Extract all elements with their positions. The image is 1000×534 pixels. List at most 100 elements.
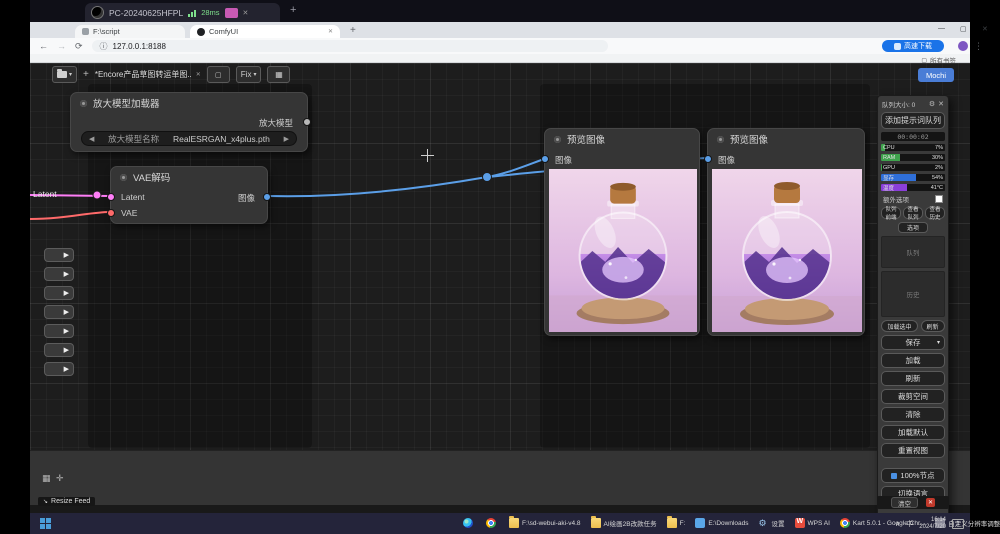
- image-input-dot[interactable]: [704, 155, 712, 163]
- refresh-button[interactable]: 刷新: [881, 371, 945, 386]
- chrome-icon: [840, 518, 850, 528]
- browser-new-tab-button[interactable]: [350, 25, 356, 36]
- load-selected-button[interactable]: 加载选中: [881, 320, 917, 332]
- collapsed-node[interactable]: [44, 305, 74, 319]
- window-maximize-button[interactable]: [960, 25, 967, 33]
- window-close-button[interactable]: [982, 25, 988, 33]
- workflow-folder-button[interactable]: [52, 66, 77, 83]
- history-panel-label: 历史: [907, 289, 920, 299]
- reset-view-button[interactable]: 重置视图: [881, 443, 945, 458]
- upscale-model-name-widget[interactable]: 放大模型名称 RealESRGAN_x4plus.pth: [81, 131, 297, 146]
- taskbar-item-folder[interactable]: F:: [662, 513, 691, 534]
- tab-close-icon[interactable]: [328, 28, 333, 35]
- node-collapse-icon[interactable]: [717, 136, 724, 143]
- tray-expand-icon[interactable]: [895, 520, 900, 528]
- settings-gear-icon[interactable]: [929, 100, 935, 108]
- image-output-dot[interactable]: [263, 193, 271, 201]
- remote-session-tab[interactable]: PC-20240625HFPL 28ms: [85, 3, 280, 22]
- reload-button[interactable]: [75, 41, 83, 52]
- node-collapse-icon[interactable]: [120, 174, 127, 181]
- refresh-list-button[interactable]: 刷新: [921, 320, 945, 332]
- output-slot-label: 图像: [238, 192, 255, 204]
- queue-panel-label: 队列: [907, 247, 920, 257]
- ime-indicator[interactable]: 中: [906, 519, 913, 529]
- hd-badge-icon[interactable]: [225, 8, 238, 18]
- taskbar-item-downloads[interactable]: E:\Downloads: [690, 513, 753, 534]
- export-icon[interactable]: [207, 66, 230, 83]
- back-button[interactable]: [39, 41, 48, 51]
- node-vae-decode[interactable]: VAE解码 Latent VAE 图像: [110, 166, 268, 224]
- collapsed-node[interactable]: [44, 324, 74, 338]
- node-collapse-icon[interactable]: [80, 100, 87, 107]
- notification-icon[interactable]: 1: [952, 519, 964, 529]
- load-default-button[interactable]: 加载默认: [881, 425, 945, 440]
- clipspace-button[interactable]: 裁剪空间: [881, 389, 945, 404]
- load-button[interactable]: 加载: [881, 353, 945, 368]
- collapsed-node[interactable]: [44, 362, 74, 376]
- new-session-button[interactable]: [290, 4, 296, 16]
- download-extension-button[interactable]: 高速下载: [882, 40, 944, 52]
- feed-grid-icon[interactable]: [42, 473, 51, 484]
- feed-resize-handle[interactable]: Resize Feed: [38, 497, 95, 506]
- upscale-model-output-dot[interactable]: [303, 118, 311, 126]
- grid-view-icon[interactable]: [267, 66, 290, 83]
- monitor-icon: [695, 518, 705, 528]
- close-session-icon[interactable]: [243, 9, 249, 17]
- tab-favicon: [82, 28, 89, 35]
- node-collapse-icon[interactable]: [554, 136, 561, 143]
- image-input-dot[interactable]: [541, 155, 549, 163]
- feed-clear-button[interactable]: 清空: [891, 497, 918, 508]
- feed-pin-icon[interactable]: [56, 473, 64, 484]
- taskbar-item-folder[interactable]: AI绘画2B改款任务: [586, 513, 662, 534]
- browser-menu-icon[interactable]: [974, 41, 983, 52]
- panel-close-icon[interactable]: [938, 100, 944, 108]
- save-button[interactable]: 保存: [881, 335, 945, 350]
- collapsed-node[interactable]: [44, 286, 74, 300]
- gear-icon: [759, 518, 769, 528]
- node-scale-toggle[interactable]: 100%节点: [881, 468, 945, 483]
- browser-tab-script[interactable]: F:\script: [75, 25, 185, 38]
- forward-button[interactable]: [57, 41, 66, 51]
- taskbar-item-settings[interactable]: 设置: [754, 513, 790, 534]
- feed-close-button[interactable]: [926, 498, 935, 507]
- extra-options-checkbox[interactable]: [935, 195, 943, 203]
- site-info-icon[interactable]: [100, 41, 108, 52]
- taskbar-clock[interactable]: 16:14 2024/7/20: [919, 517, 946, 531]
- workflow-tab-close-icon[interactable]: [196, 71, 201, 78]
- taskbar-item-edge[interactable]: [458, 513, 481, 534]
- queue-front-button[interactable]: 队列前端: [881, 207, 901, 219]
- taskbar-item-wps[interactable]: WPS AI: [790, 513, 835, 534]
- view-queue-button[interactable]: 查看队列: [903, 207, 923, 219]
- view-history-button[interactable]: 查看历史: [925, 207, 945, 219]
- workflow-tab[interactable]: *Encore产品草图转运单图..: [95, 69, 201, 80]
- node-preview-image-2[interactable]: 预览图像 图像: [707, 128, 865, 336]
- tab-label: F:\script: [93, 27, 120, 36]
- node-preview-image-1[interactable]: 预览图像 图像: [544, 128, 700, 336]
- url-bar[interactable]: 127.0.0.1:8188: [92, 40, 608, 52]
- mochi-button[interactable]: Mochi: [918, 68, 954, 82]
- start-button[interactable]: [38, 517, 52, 531]
- queue-prompt-button[interactable]: 添加提示词队列: [881, 112, 945, 129]
- fix-dropdown-button[interactable]: Fix: [236, 66, 262, 83]
- browser-tab-comfyui[interactable]: ComfyUI: [190, 25, 340, 38]
- download-extension-label: 高速下载: [904, 41, 932, 51]
- workflow-tab-bar: *Encore产品草图转运单图.. Fix: [52, 66, 290, 83]
- folder-icon: [667, 518, 677, 528]
- vae-input-dot[interactable]: [107, 209, 115, 217]
- widget-prev-icon[interactable]: [89, 135, 94, 143]
- node-upscale-model-loader[interactable]: 放大模型加载器 放大模型 放大模型名称 RealESRGAN_x4plus.pt…: [70, 92, 308, 152]
- window-minimize-button[interactable]: [938, 25, 945, 32]
- input-slot-label: Latent: [121, 192, 145, 202]
- collapsed-node[interactable]: [44, 343, 74, 357]
- input-slot-label: 图像: [718, 154, 735, 166]
- widget-next-icon[interactable]: [284, 135, 289, 143]
- latent-input-dot[interactable]: [107, 193, 115, 201]
- taskbar-item-chrome[interactable]: [481, 513, 504, 534]
- collapsed-node[interactable]: [44, 248, 74, 262]
- profile-avatar[interactable]: [958, 41, 968, 51]
- taskbar-item-folder[interactable]: F:\sd-webui-aki-v4.8: [504, 513, 586, 534]
- options-button[interactable]: 选项: [898, 222, 928, 233]
- collapsed-node[interactable]: [44, 267, 74, 281]
- clear-button[interactable]: 清除: [881, 407, 945, 422]
- new-workflow-button[interactable]: [83, 69, 89, 80]
